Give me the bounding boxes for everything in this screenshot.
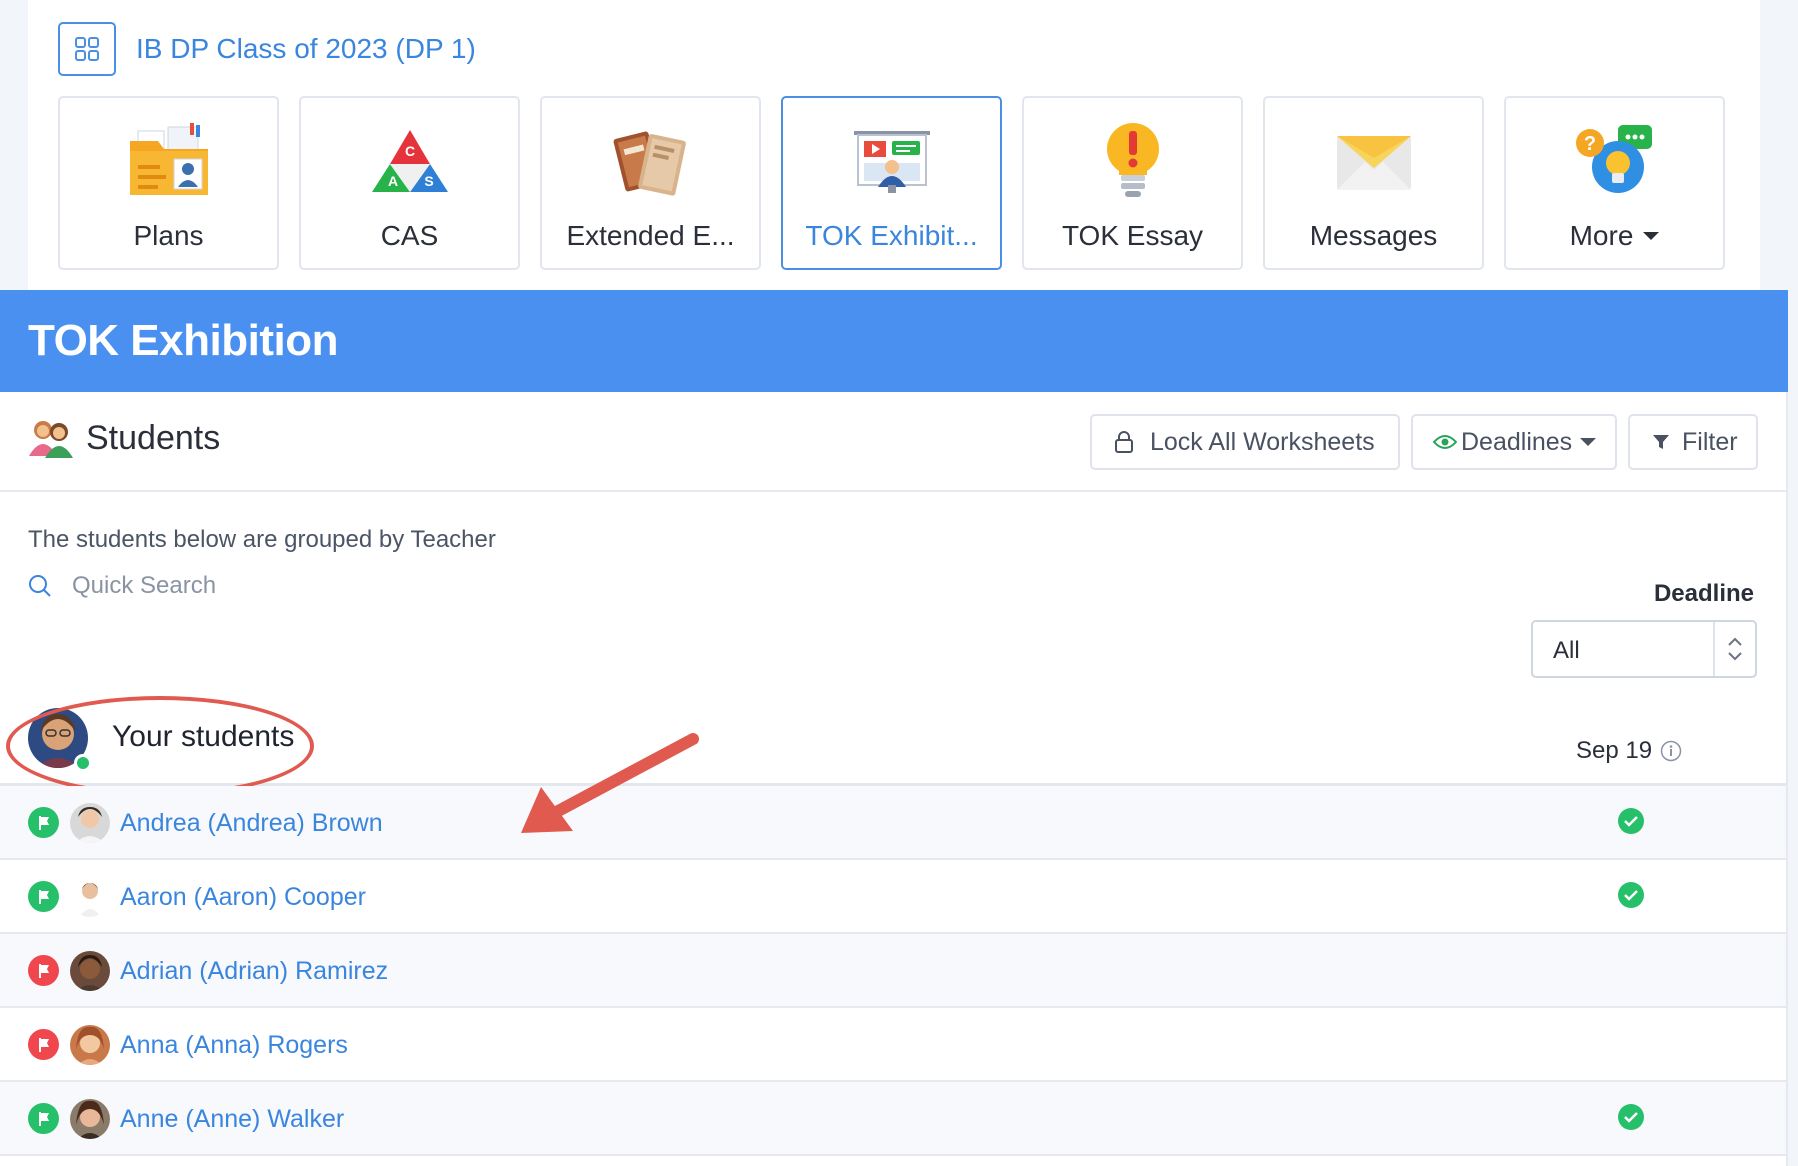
search-input[interactable]: Quick Search xyxy=(72,572,216,600)
flag-icon[interactable] xyxy=(28,881,59,912)
envelope-icon xyxy=(1336,136,1411,190)
plans-folder-icon xyxy=(129,123,208,195)
deadlines-dropdown-button[interactable]: Deadlines xyxy=(1411,414,1617,470)
more-label: More xyxy=(1569,220,1634,251)
flag-icon[interactable] xyxy=(28,1029,59,1060)
app-grid-button[interactable] xyxy=(58,22,116,76)
tile-plans[interactable]: Plans xyxy=(58,96,279,270)
caret-down-icon xyxy=(1643,232,1660,240)
eye-icon xyxy=(1433,435,1457,449)
deadline-select[interactable]: All xyxy=(1531,620,1757,678)
student-name-link[interactable]: Anna (Anna) Rogers xyxy=(120,1031,348,1060)
tile-label: Plans xyxy=(133,220,204,251)
select-spinner[interactable] xyxy=(1713,622,1755,676)
students-group-icon xyxy=(29,421,73,458)
students-title: Students xyxy=(86,418,221,457)
students-heading: Students xyxy=(28,418,220,458)
deadline-select-value: All xyxy=(1553,637,1580,664)
student-name-link[interactable]: Andrea (Andrea) Brown xyxy=(120,809,383,838)
caret-down-icon xyxy=(1580,438,1597,446)
student-name-link[interactable]: Anne (Anne) Walker xyxy=(120,1105,344,1134)
completed-check-icon xyxy=(1618,882,1644,908)
filter-funnel-icon xyxy=(1653,435,1669,449)
extended-essay-books-icon xyxy=(613,131,686,196)
flag-icon[interactable] xyxy=(28,955,59,986)
student-avatar xyxy=(70,1099,110,1139)
table-row: Adrian (Adrian) Ramirez xyxy=(0,934,1786,1008)
svg-text:C: C xyxy=(404,143,414,159)
svg-text:S: S xyxy=(424,173,433,189)
filter-button[interactable]: Filter xyxy=(1628,414,1758,470)
grouped-note: The students below are grouped by Teache… xyxy=(28,526,496,553)
student-avatar xyxy=(70,877,110,917)
chevron-up-down-icon xyxy=(1728,637,1742,661)
tok-exhibition-presentation-icon xyxy=(853,131,930,193)
student-avatar xyxy=(70,1025,110,1065)
tile-label: TOK Exhibit... xyxy=(805,220,978,251)
filter-label: Filter xyxy=(1682,427,1738,456)
lock-all-worksheets-label: Lock All Worksheets xyxy=(1150,427,1375,456)
flag-icon[interactable] xyxy=(28,807,59,838)
table-row: Aaron (Aaron) Cooper xyxy=(0,860,1786,934)
lock-icon xyxy=(1115,431,1133,453)
search-icon xyxy=(29,575,51,597)
table-row: Andrea (Andrea) Brown xyxy=(0,786,1786,860)
class-panel: IB DP Class of 2023 (DP 1) Plans C A S C… xyxy=(28,0,1760,290)
student-name-link[interactable]: Adrian (Adrian) Ramirez xyxy=(120,957,388,986)
info-icon[interactable] xyxy=(1660,740,1682,762)
annotation-ellipse xyxy=(6,696,314,796)
table-row: Anna (Anna) Rogers xyxy=(0,1008,1786,1082)
tile-label: Extended E... xyxy=(566,220,735,251)
tile-messages[interactable]: Messages xyxy=(1263,96,1484,270)
tile-label: CAS xyxy=(380,220,439,251)
tile-cas[interactable]: C A S CAS xyxy=(299,96,520,270)
lightbulb-exclamation-icon xyxy=(1106,123,1159,197)
grid-icon xyxy=(75,37,99,61)
question-lightbulb-chat-icon: ? xyxy=(1575,125,1652,193)
student-list: Andrea (Andrea) Brown Aaron (Aaron) Coop… xyxy=(0,786,1786,1156)
svg-text:A: A xyxy=(387,173,397,189)
table-row: Anne (Anne) Walker xyxy=(0,1082,1786,1156)
tile-label: More xyxy=(1570,220,1660,252)
tile-tok-exhibition[interactable]: TOK Exhibit... xyxy=(781,96,1002,270)
students-header: Students Lock All Worksheets Deadlines F… xyxy=(0,392,1786,492)
tile-extended-essay[interactable]: Extended E... xyxy=(540,96,761,270)
student-avatar xyxy=(70,803,110,843)
flag-icon[interactable] xyxy=(28,1103,59,1134)
class-title[interactable]: IB DP Class of 2023 (DP 1) xyxy=(136,33,476,65)
tile-label: TOK Essay xyxy=(1061,220,1204,251)
deadline-column-date: Sep 19 xyxy=(1576,737,1653,764)
annotation-arrow xyxy=(521,733,699,833)
deadline-filter-label: Deadline xyxy=(1653,580,1754,607)
lock-all-worksheets-button[interactable]: Lock All Worksheets xyxy=(1090,414,1400,470)
cas-triangle-icon: C A S xyxy=(371,130,448,192)
completed-check-icon xyxy=(1618,1104,1644,1130)
deadline-column-header: Sep 19 xyxy=(1576,737,1682,765)
students-card: Students Lock All Worksheets Deadlines F… xyxy=(0,392,1788,1166)
page-title: TOK Exhibition xyxy=(28,316,338,365)
student-name-link[interactable]: Aaron (Aaron) Cooper xyxy=(120,883,366,912)
quick-search[interactable]: Quick Search xyxy=(28,572,216,600)
tile-more[interactable]: ? More xyxy=(1504,96,1725,270)
class-bar: IB DP Class of 2023 (DP 1) xyxy=(58,22,476,76)
deadlines-label: Deadlines xyxy=(1461,427,1573,456)
teacher-group-header: Your students Sep 19 xyxy=(0,692,1786,796)
tile-tok-essay[interactable]: TOK Essay xyxy=(1022,96,1243,270)
student-avatar xyxy=(70,951,110,991)
svg-text:?: ? xyxy=(1583,133,1595,155)
module-tiles: Plans C A S CAS Extended E... TOK Exhibi… xyxy=(58,96,1725,270)
tile-label: Messages xyxy=(1309,220,1438,251)
page-banner: TOK Exhibition xyxy=(0,290,1788,392)
completed-check-icon xyxy=(1618,808,1644,834)
